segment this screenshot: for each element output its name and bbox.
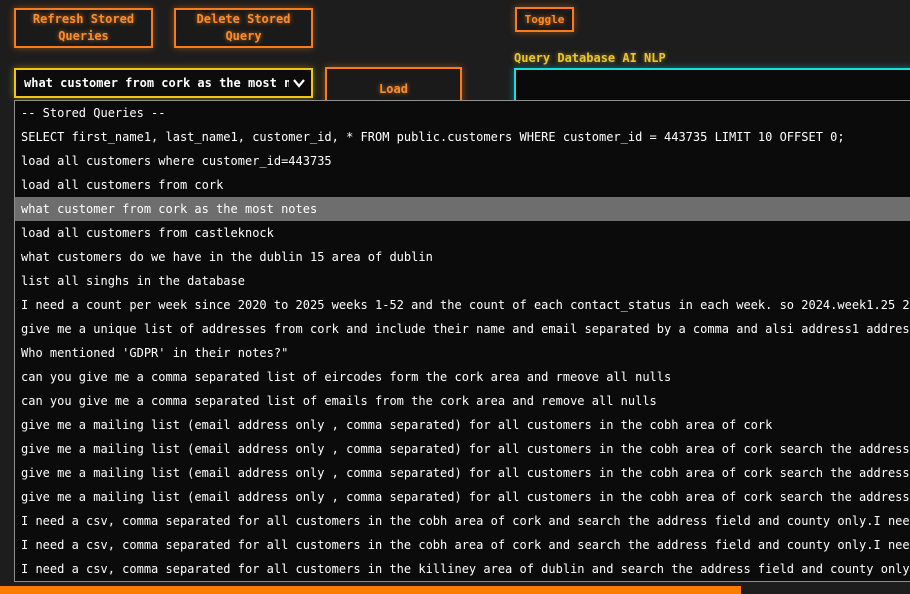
refresh-stored-queries-button[interactable]: Refresh Stored Queries — [14, 8, 153, 48]
dropdown-option[interactable]: load all customers from castleknock — [15, 221, 910, 245]
dropdown-option[interactable]: load all customers from cork — [15, 173, 910, 197]
dropdown-option[interactable]: Who mentioned 'GDPR' in their notes?" — [15, 341, 910, 365]
dropdown-option[interactable]: list all singhs in the database — [15, 269, 910, 293]
dropdown-option[interactable]: I need a csv, comma separated for all cu… — [15, 557, 910, 581]
stored-queries-select[interactable]: what customer from cork as the most note… — [14, 68, 313, 98]
dropdown-option[interactable]: give me a mailing list (email address on… — [15, 437, 910, 461]
dropdown-option-selected[interactable]: what customer from cork as the most note… — [15, 197, 910, 221]
dropdown-option[interactable]: I need a csv, comma separated for all cu… — [15, 533, 910, 557]
dropdown-option[interactable]: can you give me a comma separated list o… — [15, 365, 910, 389]
dropdown-option[interactable]: give me a mailing list (email address on… — [15, 413, 910, 437]
dropdown-option[interactable]: load all customers where customer_id=443… — [15, 149, 910, 173]
dropdown-option[interactable]: give me a unique list of addresses from … — [15, 317, 910, 341]
stored-queries-selected-value: what customer from cork as the most note… — [24, 76, 289, 90]
progress-bar — [0, 586, 741, 594]
dropdown-option[interactable]: give me a mailing list (email address on… — [15, 485, 910, 509]
delete-stored-query-button[interactable]: Delete Stored Query — [174, 8, 313, 48]
nlp-query-label: Query Database AI NLP — [514, 51, 666, 65]
dropdown-option[interactable]: SELECT first_name1, last_name1, customer… — [15, 125, 910, 149]
dropdown-option[interactable]: what customers do we have in the dublin … — [15, 245, 910, 269]
dropdown-option[interactable]: can you give me a comma separated list o… — [15, 389, 910, 413]
dropdown-option[interactable]: give me a mailing list (email address on… — [15, 461, 910, 485]
chevron-down-icon — [293, 78, 305, 88]
stored-queries-list: -- Stored Queries --SELECT first_name1, … — [14, 100, 910, 582]
dropdown-option[interactable]: I need a csv, comma separated for all cu… — [15, 509, 910, 533]
dropdown-option[interactable]: I need a count per week since 2020 to 20… — [15, 293, 910, 317]
dropdown-option[interactable]: -- Stored Queries -- — [15, 101, 910, 125]
toggle-button[interactable]: Toggle — [515, 7, 574, 32]
